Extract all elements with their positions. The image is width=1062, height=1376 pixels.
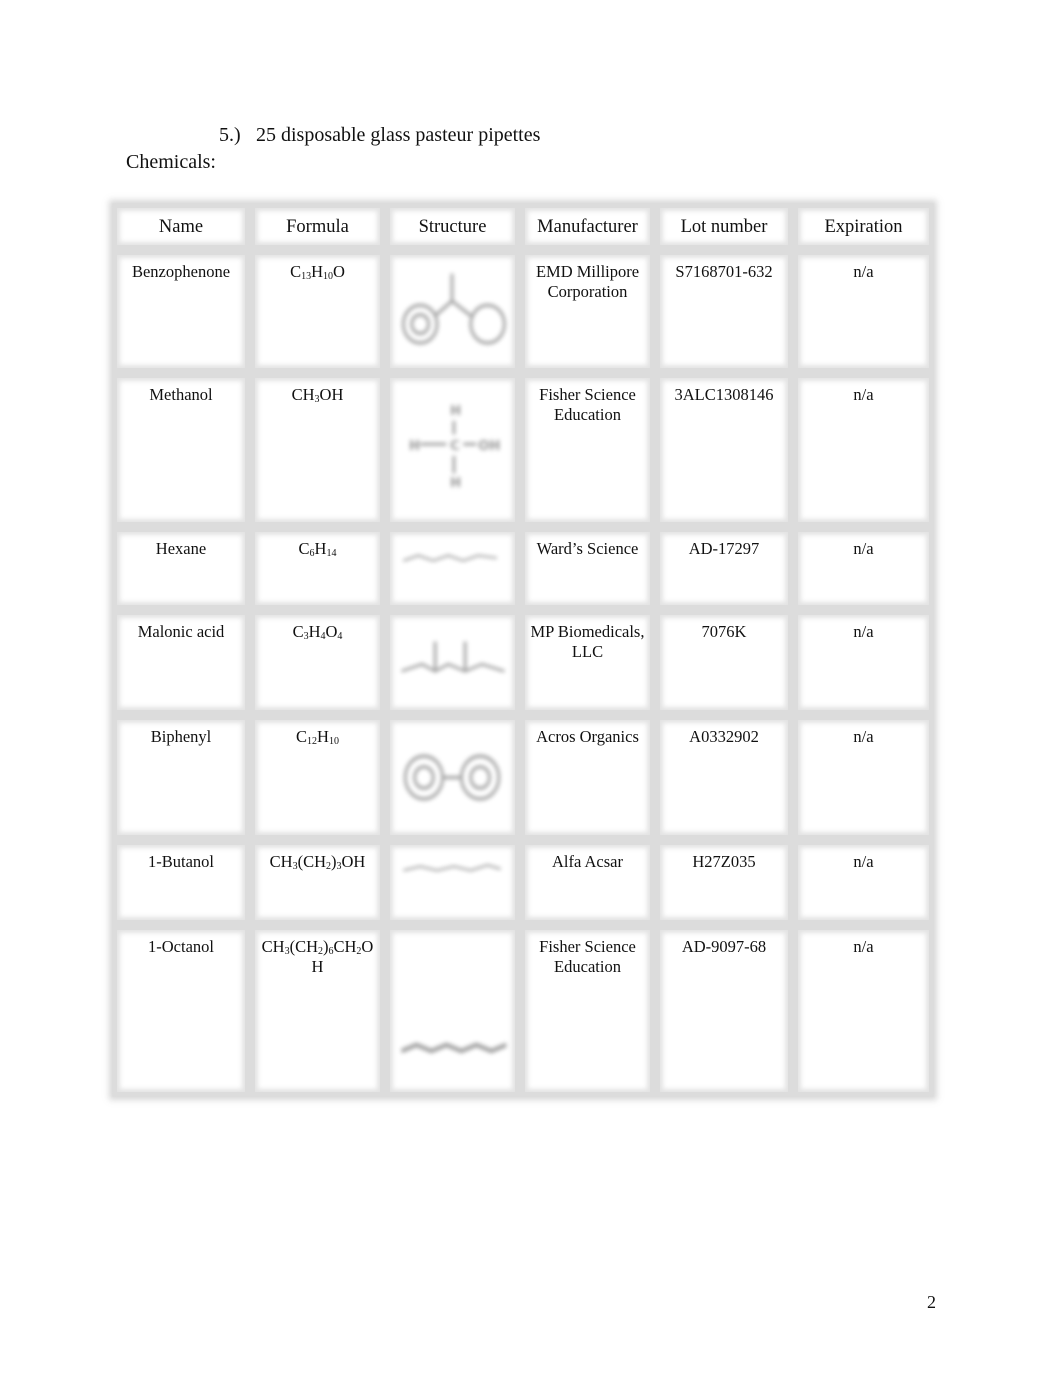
- cell-expiration: n/a: [798, 532, 929, 605]
- header-expiration: Expiration: [798, 208, 929, 245]
- cell-expiration: n/a: [798, 255, 929, 368]
- header-formula: Formula: [255, 208, 380, 245]
- svg-text:H: H: [409, 439, 420, 454]
- header-name: Name: [117, 208, 245, 245]
- svg-text:H: H: [450, 404, 461, 419]
- cell-manufacturer: Fisher Science Education: [525, 378, 650, 522]
- cell-lot-number: A0332902: [660, 720, 788, 835]
- cell-lot-number: AD-9097-68: [660, 930, 788, 1092]
- cell-lot-number: 7076K: [660, 615, 788, 710]
- cell-name: Benzophenone: [117, 255, 245, 368]
- butanol-structure-image: [402, 863, 502, 872]
- cell-structure: [390, 532, 515, 605]
- octanol-structure-image: [401, 1042, 507, 1054]
- formula-part: C: [296, 727, 308, 746]
- formula-part: CH: [261, 937, 285, 956]
- cell-manufacturer: Alfa Acsar: [525, 845, 650, 920]
- cell-expiration: n/a: [798, 615, 929, 710]
- cell-manufacturer: Ward’s Science: [525, 532, 650, 605]
- cell-expiration: n/a: [798, 378, 929, 522]
- cell-lot-number: S7168701-632: [660, 255, 788, 368]
- cell-name: Methanol: [117, 378, 245, 522]
- cell-manufacturer: Acros Organics: [525, 720, 650, 835]
- cell-name: Biphenyl: [117, 720, 245, 835]
- cell-expiration: n/a: [798, 720, 929, 835]
- header-structure: Structure: [390, 208, 515, 245]
- cell-formula: CH3(CH2)6CH2O H: [255, 930, 380, 1092]
- cell-structure: [390, 845, 515, 920]
- formula-part: H: [311, 262, 323, 281]
- cell-formula: C6H14: [255, 532, 380, 605]
- formula-part: H: [317, 727, 329, 746]
- formula-part: C: [298, 539, 310, 558]
- section-heading-chemicals: Chemicals:: [126, 151, 216, 173]
- list-text: 25 disposable glass pasteur pipettes: [256, 124, 541, 146]
- cell-formula: C12H10: [255, 720, 380, 835]
- formula-subscript: 14: [326, 548, 337, 559]
- cell-lot-number: H27Z035: [660, 845, 788, 920]
- cell-name: 1-Butanol: [117, 845, 245, 920]
- header-lot-number: Lot number: [660, 208, 788, 245]
- list-number: 5.): [219, 124, 241, 146]
- list-item-pipettes: 5.) 25 disposable glass pasteur pipettes: [219, 124, 540, 147]
- formula-subscript: 13: [301, 271, 312, 282]
- hexane-structure-image: [402, 554, 498, 562]
- formula-part: C: [292, 622, 304, 641]
- formula-part: (CH: [289, 937, 318, 956]
- svg-text:H: H: [450, 476, 461, 491]
- cell-structure: [390, 615, 515, 710]
- formula-part: OH: [319, 385, 344, 404]
- cell-structure: [390, 255, 515, 368]
- cell-manufacturer: Fisher Science Education: [525, 930, 650, 1092]
- cell-name: Malonic acid: [117, 615, 245, 710]
- formula-part: (CH: [297, 852, 326, 871]
- cell-formula: C13H10O: [255, 255, 380, 368]
- cell-formula: CH3OH: [255, 378, 380, 522]
- svg-text:C: C: [450, 439, 460, 454]
- cell-lot-number: 3ALC1308146: [660, 378, 788, 522]
- formula-subscript: 10: [323, 271, 333, 282]
- formula-part: C: [290, 262, 302, 281]
- svg-text:OH: OH: [478, 439, 500, 454]
- cell-structure: H H C OH H: [390, 378, 515, 522]
- cell-expiration: n/a: [798, 930, 929, 1092]
- benzophenone-structure-image: [401, 273, 506, 345]
- biphenyl-structure-image: [403, 754, 501, 801]
- cell-structure: [390, 720, 515, 835]
- formula-part: CH: [333, 937, 357, 956]
- formula-subscript: 10: [328, 736, 339, 747]
- cell-formula: C3H4O4: [255, 615, 380, 710]
- page-number: 2: [927, 1292, 936, 1312]
- cell-name: 1-Octanol: [117, 930, 245, 1092]
- methanol-structure-image: H H C OH H: [409, 404, 500, 491]
- chemicals-table: Name Formula Structure Manufacturer Lot …: [112, 203, 934, 1097]
- formula-part: CH: [291, 385, 315, 404]
- cell-formula: CH3(CH2)3OH: [255, 845, 380, 920]
- cell-name: Hexane: [117, 532, 245, 605]
- malonic-acid-structure-image: [401, 641, 505, 673]
- cell-lot-number: AD-17297: [660, 532, 788, 605]
- cell-structure: [390, 930, 515, 1092]
- formula-part: H: [314, 539, 327, 558]
- header-manufacturer: Manufacturer: [525, 208, 650, 245]
- formula-subscript: 12: [307, 736, 318, 747]
- cell-manufacturer: EMD Millipore Corporation: [525, 255, 650, 368]
- formula-part: O: [333, 262, 345, 281]
- formula-part: CH: [269, 852, 293, 871]
- formula-part: OH: [341, 852, 366, 871]
- formula-part: O: [325, 622, 338, 641]
- formula-part: H: [308, 622, 321, 641]
- cell-manufacturer: MP Biomedicals, LLC: [525, 615, 650, 710]
- formula-subscript: 4: [337, 631, 343, 642]
- cell-expiration: n/a: [798, 845, 929, 920]
